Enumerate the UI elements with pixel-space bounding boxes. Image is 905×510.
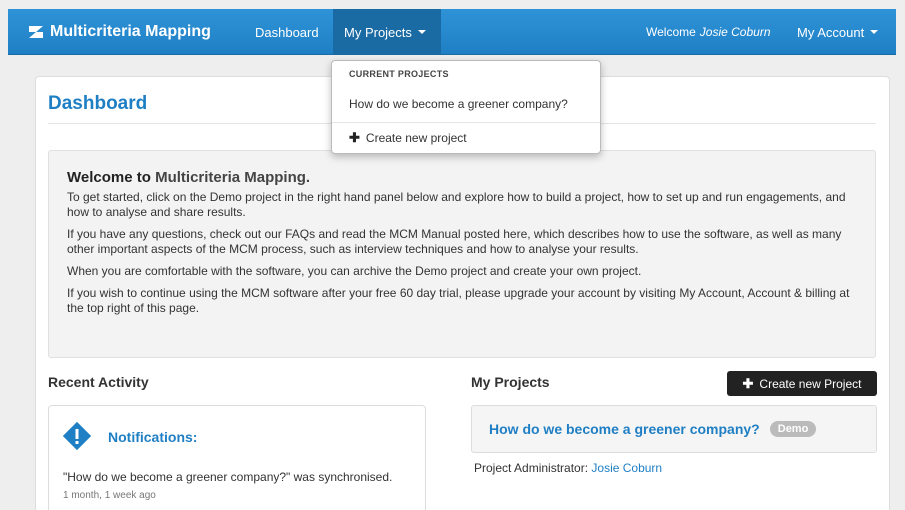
welcome-paragraph: If you have any questions, check out our… [67,227,842,256]
my-projects-dropdown: CURRENT PROJECTS How do we become a gree… [331,60,601,154]
notification-time: 1 month, 1 week ago [63,490,156,501]
brand-name: Multicriteria Mapping [50,23,211,40]
dropdown-create-label: Create new project [365,131,467,145]
nav-my-account-label: My Account [797,24,865,40]
project-admin-name[interactable]: Josie Coburn [591,461,662,475]
top-navbar: Multicriteria Mapping Dashboard My Proje… [8,9,896,55]
recent-activity-title: Recent Activity [48,374,149,390]
plus-icon: ✚ [742,375,754,391]
app-frame: Multicriteria Mapping Dashboard My Proje… [0,0,905,510]
nav-my-projects-label: My Projects [344,24,412,40]
welcome-paragraph: To get started, click on the Demo projec… [67,190,846,219]
nav-my-account[interactable]: My Account [797,9,879,55]
welcome-heading-brand: Multicriteria Mapping. [155,169,311,186]
brand[interactable]: Multicriteria Mapping [28,9,211,55]
welcome-heading: Welcome to Multicriteria Mapping. [67,169,857,186]
chevron-down-icon [870,30,879,34]
nav-welcome: Welcome Josie Coburn [646,9,771,55]
my-projects-title: My Projects [471,374,550,390]
notifications-heading: Notifications: [108,429,198,445]
project-admin: Project Administrator: Josie Coburn [474,461,662,475]
welcome-box: Welcome to Multicriteria Mapping. To get… [48,150,876,358]
nav-dashboard[interactable]: Dashboard [255,9,319,55]
welcome-paragraph: When you are comfortable with the softwa… [67,264,642,278]
create-new-project-label: Create new Project [759,376,862,391]
project-admin-label: Project Administrator: [474,461,589,475]
nav-my-projects[interactable]: My Projects [333,9,441,55]
notifications-card: Notifications: "How do we become a green… [48,405,426,510]
notification-text: "How do we become a greener company?" wa… [63,470,393,484]
divider [332,122,600,123]
dropdown-item-create-project[interactable]: ✚ Create new project [332,124,600,152]
chevron-down-icon [417,30,426,34]
project-card[interactable]: How do we become a greener company? Demo [471,405,877,453]
plus-icon: ✚ [349,130,360,145]
demo-badge: Demo [769,421,817,437]
welcome-paragraph: If you wish to continue using the MCM so… [67,286,850,315]
user-name: Josie Coburn [699,25,771,39]
project-name-link[interactable]: How do we become a greener company? [489,421,760,437]
brand-logo-icon [29,26,43,38]
alert-icon [63,422,91,450]
create-new-project-button[interactable]: ✚ Create new Project [727,371,877,396]
dropdown-item-project[interactable]: How do we become a greener company? [332,90,600,118]
welcome-heading-prefix: Welcome to [67,169,151,186]
dropdown-header: CURRENT PROJECTS [349,69,449,79]
page-title: Dashboard [48,93,148,114]
welcome-prefix: Welcome [646,25,696,39]
